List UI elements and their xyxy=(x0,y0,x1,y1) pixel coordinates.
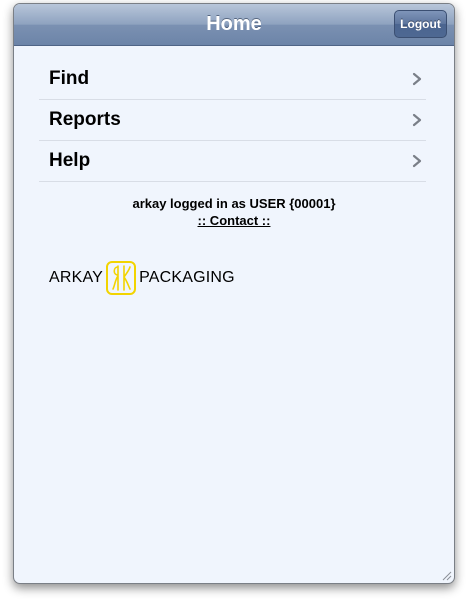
rk-monogram-icon xyxy=(106,261,137,295)
contact-line: :: Contact :: xyxy=(14,212,454,229)
chevron-right-icon xyxy=(412,72,422,86)
app-window: Home Logout Find Reports Help arkay logg… xyxy=(13,3,455,584)
navigation-bar: Home Logout xyxy=(14,4,454,46)
logo-word-left: ARKAY xyxy=(49,269,104,286)
logout-button[interactable]: Logout xyxy=(394,10,447,38)
company-logo: ARKAY PACKAGING xyxy=(49,260,235,296)
contact-link[interactable]: :: Contact :: xyxy=(198,213,271,228)
chevron-right-icon xyxy=(412,113,422,127)
chevron-right-icon xyxy=(412,154,422,168)
menu-item-label: Help xyxy=(49,150,91,171)
menu-item-help[interactable]: Help xyxy=(39,141,426,182)
menu-item-find[interactable]: Find xyxy=(39,59,426,100)
login-status-text: arkay logged in as USER {00001} xyxy=(132,196,336,211)
logo-word-right: PACKAGING xyxy=(139,269,235,286)
main-menu: Find Reports Help xyxy=(39,59,426,182)
page-title: Home xyxy=(206,13,262,35)
resize-grip-icon[interactable] xyxy=(441,570,452,581)
menu-item-label: Find xyxy=(49,68,90,89)
menu-item-reports[interactable]: Reports xyxy=(39,100,426,141)
menu-item-label: Reports xyxy=(49,109,121,130)
